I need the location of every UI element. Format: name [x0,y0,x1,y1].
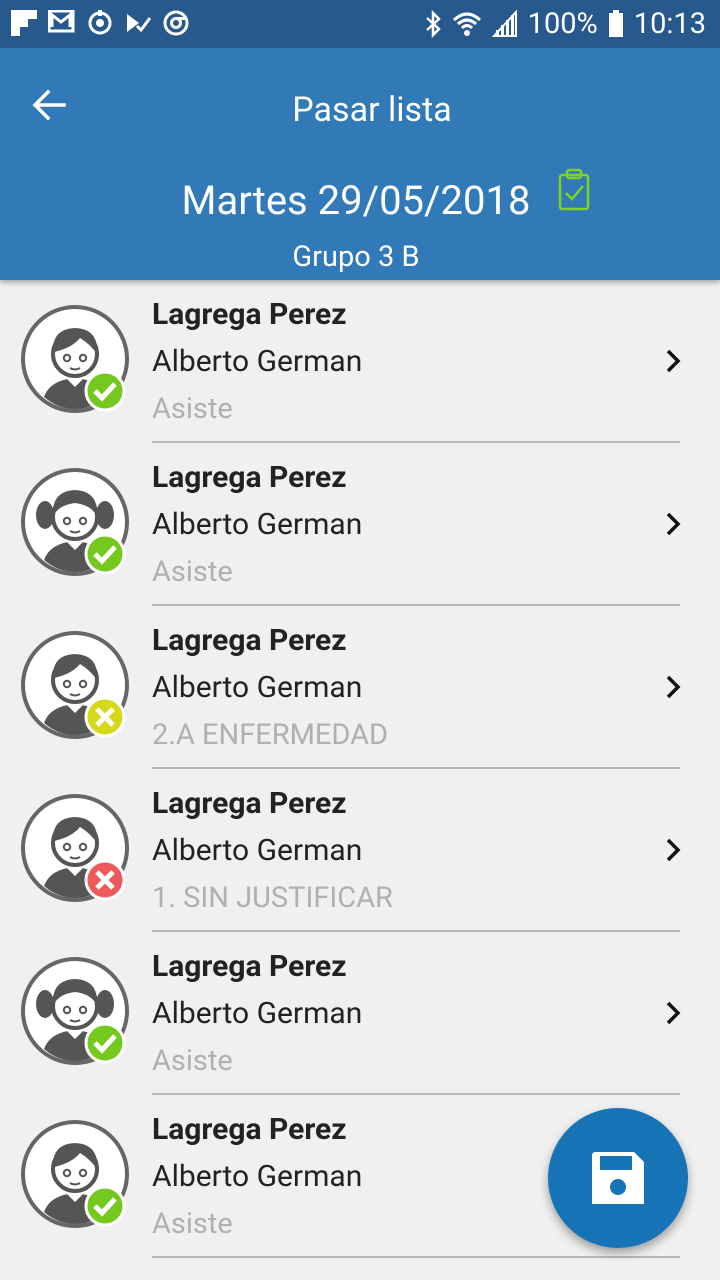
student-row[interactable]: Lagrega Perez Alberto German Asiste [0,443,720,606]
attendance-status: 1. SIN JUSTIFICAR [152,881,393,915]
chrome-icon [162,8,190,38]
student-row[interactable]: Lagrega Perez Alberto German Asiste [0,932,720,1095]
student-surname: Lagrega Perez [152,623,347,658]
attendance-status: Asiste [152,1207,233,1241]
attendance-badge-icon [84,696,126,738]
student-surname: Lagrega Perez [152,1112,347,1147]
wifi-icon [452,10,482,38]
attendance-badge-icon [84,859,126,901]
task-check-icon [124,8,152,38]
student-row[interactable]: Lagrega Perez Alberto German Asiste [0,280,720,443]
session-date: Martes 29/05/2018 [181,177,531,224]
status-bar: 100% 10:13 [0,0,720,48]
battery-icon [608,10,624,38]
student-name: Alberto German [152,344,363,379]
student-row[interactable]: Lagrega Perez Alberto German 2.A ENFERME… [0,606,720,769]
student-surname: Lagrega Perez [152,297,347,332]
gallery-mail-icon [48,8,76,38]
student-name: Alberto German [152,996,363,1031]
student-name: Alberto German [152,833,363,868]
student-name: Alberto German [152,507,363,542]
chevron-right-icon [666,349,681,373]
attendance-status: 2.A ENFERMEDAD [152,718,389,752]
chevron-right-icon [666,512,681,536]
attendance-status: Asiste [152,1044,233,1078]
chevron-right-icon [666,838,681,862]
chevron-right-icon [666,1001,681,1025]
student-surname: Lagrega Perez [152,460,347,495]
student-surname: Lagrega Perez [152,786,347,821]
student-name: Alberto German [152,1159,363,1194]
sync-icon [86,8,114,38]
save-button[interactable] [548,1108,688,1248]
attendance-badge-icon [84,370,126,412]
save-icon [592,1152,644,1204]
page-title: Pasar lista [292,90,452,130]
clipboard-check-icon[interactable] [556,168,592,212]
student-surname: Lagrega Perez [152,949,347,984]
attendance-badge-icon [84,533,126,575]
bluetooth-icon [424,10,442,38]
student-row[interactable]: Lagrega Perez Alberto German 1. SIN JUST… [0,769,720,932]
attendance-status: Asiste [152,392,233,426]
chevron-right-icon [666,675,681,699]
battery-percent: 100% [527,7,598,41]
attendance-badge-icon [84,1022,126,1064]
flipboard-icon [10,8,38,38]
app-bar: Pasar lista Martes 29/05/2018 Grupo 3 B [0,48,720,280]
divider [152,1256,680,1258]
student-name: Alberto German [152,670,363,705]
attendance-badge-icon [84,1185,126,1227]
group-name: Grupo 3 B [292,240,420,274]
clock: 10:13 [633,7,706,41]
attendance-status: Asiste [152,555,233,589]
signal-icon [491,10,518,38]
